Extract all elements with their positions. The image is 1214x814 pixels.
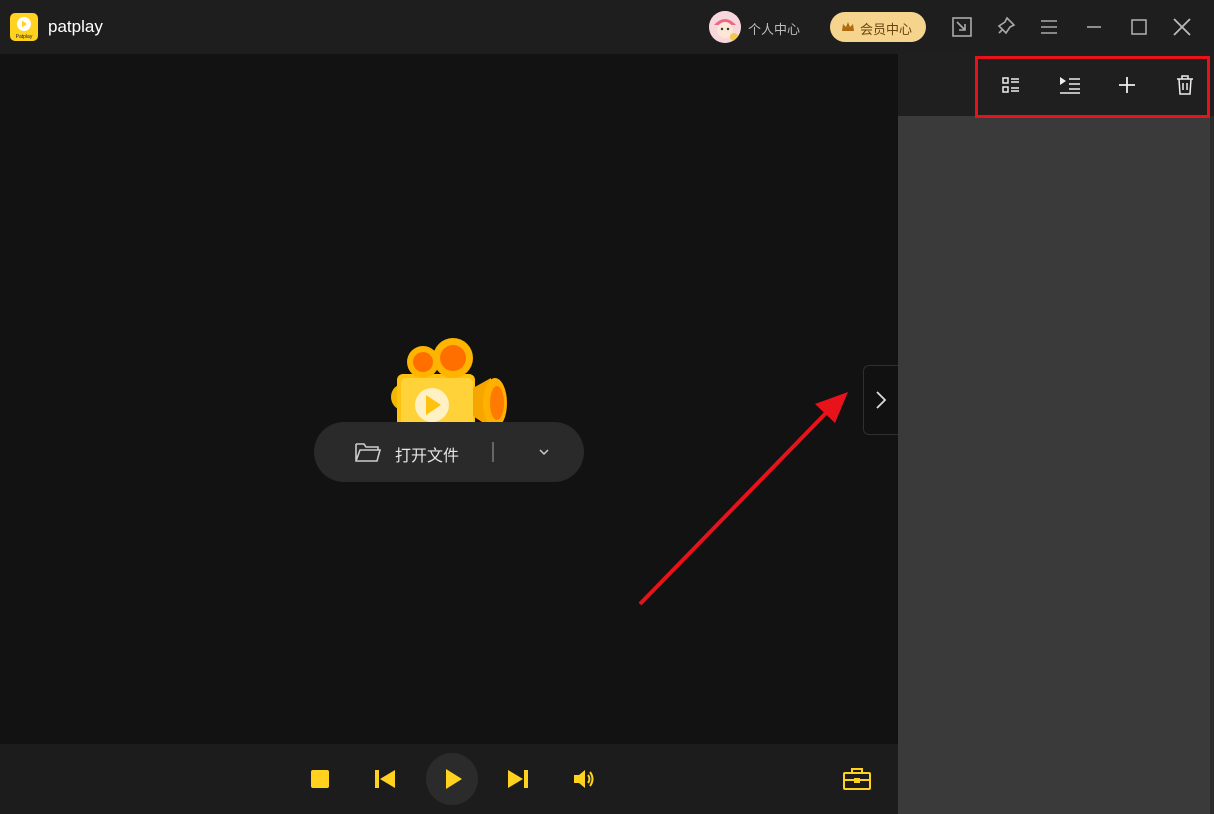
chevron-right-icon — [876, 391, 887, 409]
pin-icon[interactable] — [992, 14, 1018, 40]
svg-text:Patplay: Patplay — [16, 34, 33, 40]
playlist-content[interactable] — [898, 116, 1210, 814]
app-title: patplay — [48, 17, 103, 36]
collapse-sidebar-button[interactable] — [863, 365, 898, 435]
playlist-toolbar — [898, 54, 1214, 116]
playlist-view-icon[interactable] — [1000, 74, 1022, 96]
user-center-link[interactable]: 个人中心 — [748, 19, 800, 38]
playback-control-bar — [0, 744, 898, 814]
volume-icon[interactable] — [572, 767, 596, 791]
mini-mode-icon[interactable] — [949, 14, 975, 40]
folder-icon — [355, 443, 382, 462]
button-divider — [492, 442, 494, 462]
maximize-icon[interactable] — [1126, 14, 1152, 40]
open-file-label: 打开文件 — [395, 448, 460, 465]
chevron-down-icon[interactable] — [536, 444, 552, 460]
add-icon[interactable] — [1116, 74, 1138, 96]
play-button[interactable] — [426, 753, 478, 805]
close-icon[interactable] — [1169, 14, 1195, 40]
toolbox-icon[interactable] — [842, 767, 872, 791]
crown-icon — [842, 22, 854, 31]
next-icon[interactable] — [507, 768, 529, 790]
title-bar: Patplay patplay 个人中心 会员中心 — [0, 0, 1214, 54]
play-list-icon[interactable] — [1058, 74, 1082, 96]
previous-icon[interactable] — [374, 768, 396, 790]
vip-center-label: 会员中心 — [860, 22, 913, 37]
vip-center-button[interactable]: 会员中心 — [830, 12, 926, 42]
delete-icon[interactable] — [1174, 74, 1196, 96]
stop-icon[interactable] — [310, 769, 330, 789]
menu-icon[interactable] — [1036, 14, 1062, 40]
open-file-button[interactable]: 打开文件 — [314, 422, 584, 482]
playlist-sidebar — [898, 54, 1214, 814]
video-area[interactable]: 打开文件 — [0, 54, 898, 744]
minimize-icon[interactable] — [1081, 14, 1107, 40]
play-icon — [446, 769, 462, 789]
avatar[interactable] — [709, 11, 741, 43]
app-logo: Patplay — [10, 13, 38, 41]
